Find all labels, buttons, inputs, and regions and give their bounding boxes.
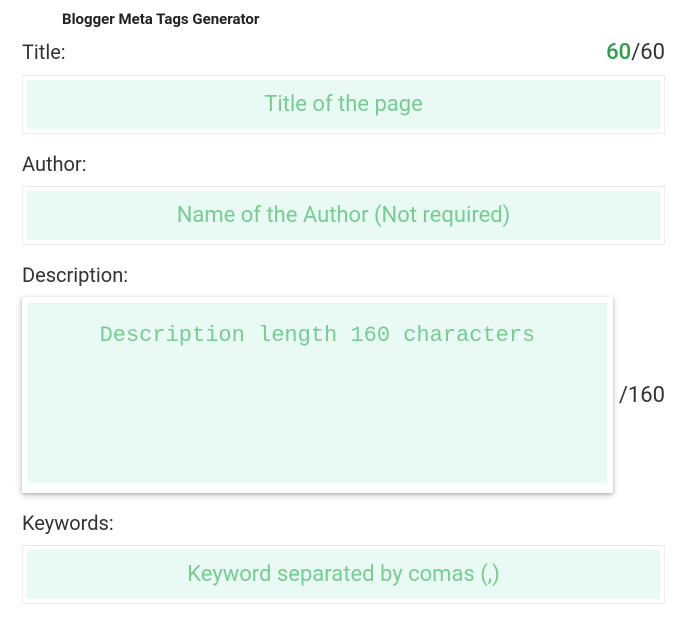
title-counter: 60/60 [606,40,665,65]
description-input[interactable] [28,303,607,483]
description-counter: /160 [619,383,665,408]
keywords-field: Keywords: [0,511,687,604]
description-label: Description: [22,263,128,287]
title-count-current: 60 [606,40,631,65]
page-title: Blogger Meta Tags Generator [0,10,687,40]
keywords-input[interactable] [27,550,660,599]
title-label: Title: [22,40,66,64]
keywords-label: Keywords: [22,511,114,535]
description-field: Description: /160 [0,263,687,493]
title-input[interactable] [27,80,660,129]
title-field: Title: 60/60 [0,40,687,134]
author-input[interactable] [27,191,660,240]
title-count-max: /60 [631,40,665,65]
author-field: Author: [0,152,687,245]
author-label: Author: [22,152,87,176]
